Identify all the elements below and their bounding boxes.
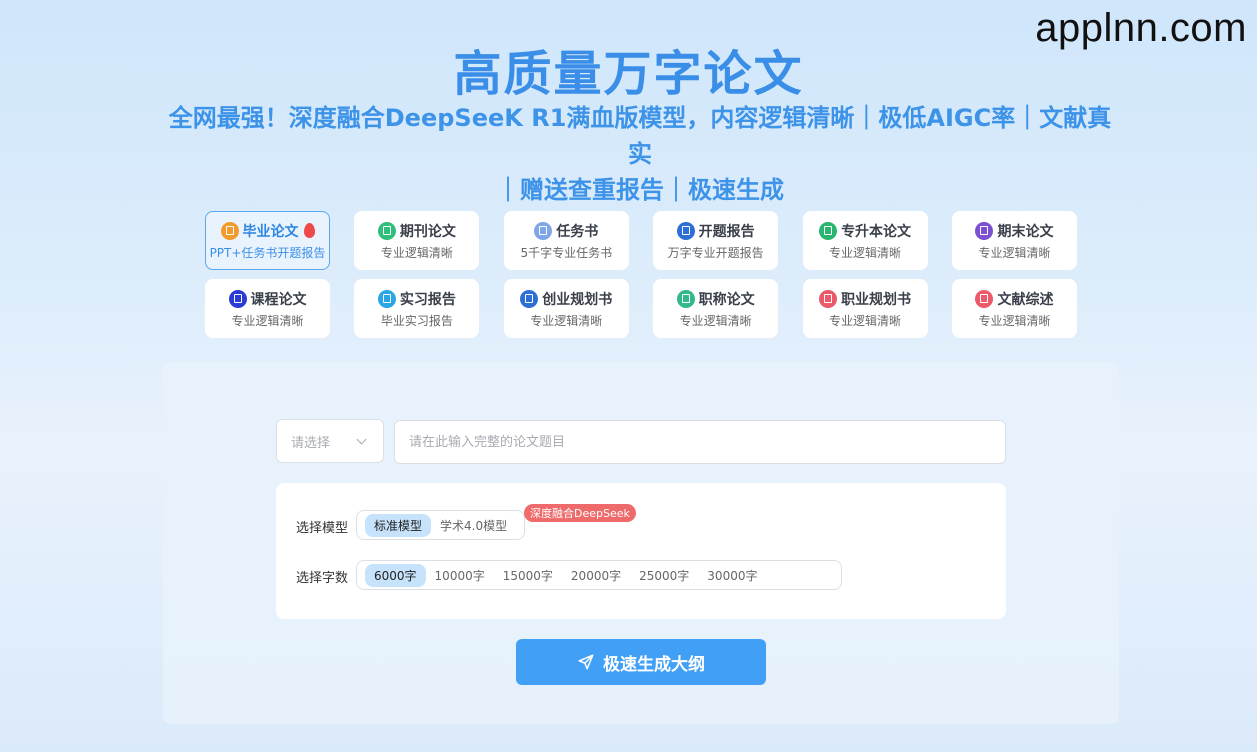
paper-type-desc: 专业逻辑清晰: [231, 313, 304, 328]
report-icon: [676, 289, 695, 308]
generate-outline-button[interactable]: 极速生成大纲: [516, 639, 766, 685]
model-selector: 标准模型 学术4.0模型: [356, 510, 526, 540]
send-icon: [578, 654, 594, 670]
word-count-option[interactable]: 15000字: [494, 564, 562, 587]
paper-type-name: 期刊论文: [399, 223, 456, 240]
word-count-label: 选择字数: [296, 571, 349, 586]
paper-type-name: 职称论文: [698, 291, 755, 308]
paper-type-card[interactable]: 期刊论文专业逻辑清晰: [354, 211, 480, 270]
subtitle-line-1: 全网最强！深度融合DeepSeeK R1满血版模型，内容逻辑清晰｜极低AIGC率…: [168, 104, 1112, 168]
paper-type-card[interactable]: 期末论文专业逻辑清晰: [951, 211, 1077, 270]
word-count-option[interactable]: 6000字: [365, 563, 426, 587]
document-icon: [520, 289, 539, 308]
paper-type-desc: 专业逻辑清晰: [978, 313, 1051, 328]
document-icon: [534, 221, 553, 240]
paper-type-desc: PPT+任务书开题报告: [209, 245, 326, 260]
word-count-option[interactable]: 10000字: [426, 564, 494, 587]
paper-type-desc: 5千字专业任务书: [520, 245, 613, 260]
word-count-option[interactable]: 20000字: [562, 564, 630, 587]
page-subtitle: 全网最强！深度融合DeepSeeK R1满血版模型，内容逻辑清晰｜极低AIGC率…: [160, 100, 1120, 208]
category-select-placeholder: 请选择: [291, 435, 331, 451]
paper-type-card[interactable]: 实习报告毕业实习报告: [354, 279, 480, 338]
report-icon: [228, 289, 247, 308]
paper-type-desc: 专业逻辑清晰: [530, 313, 603, 328]
options-box: 选择模型 标准模型 学术4.0模型 选择字数 6000字 10000字 15000字 2…: [276, 483, 1006, 619]
model-option[interactable]: 标准模型: [365, 513, 432, 537]
paper-type-desc: 毕业实习报告: [380, 313, 453, 328]
paper-type-desc: 专业逻辑清晰: [978, 245, 1051, 260]
list-icon: [819, 289, 838, 308]
paper-type-card[interactable]: 职业规划书专业逻辑清晰: [802, 279, 928, 338]
chevron-down-icon: [356, 434, 367, 445]
document-icon: [377, 221, 396, 240]
book-icon: [819, 221, 838, 240]
paper-type-name: 创业规划书: [542, 291, 613, 308]
paper-type-desc: 专业逻辑清晰: [679, 313, 752, 328]
paper-type-desc: 专业逻辑清晰: [380, 245, 453, 260]
paper-type-desc: 专业逻辑清晰: [829, 245, 902, 260]
word-count-option[interactable]: 30000字: [698, 564, 766, 587]
word-count-option[interactable]: 25000字: [630, 564, 698, 587]
paper-type-name: 职业规划书: [841, 291, 912, 308]
paper-type-card[interactable]: 职称论文专业逻辑清晰: [653, 279, 779, 338]
page-title: 高质量万字论文: [453, 46, 804, 102]
topic-input[interactable]: [394, 420, 1006, 464]
model-label: 选择模型: [296, 521, 349, 536]
paper-type-name: 期末论文: [997, 223, 1054, 240]
paper-type-name: 任务书: [556, 223, 599, 240]
paper-type-card[interactable]: 任务书 5千字专业任务书: [503, 211, 629, 270]
paper-type-card[interactable]: 文献综述专业逻辑清晰: [951, 279, 1077, 338]
document-icon: [975, 221, 994, 240]
paper-type-card[interactable]: 毕业论文 PPT+任务书开题报告: [205, 211, 330, 270]
paper-type-grid: 毕业论文 PPT+任务书开题报告 期刊论文专业逻辑清晰 任务书 5千字专业任务书 开题报告…: [205, 211, 1077, 338]
document-icon: [377, 289, 396, 308]
subtitle-line-2: ｜赠送查重报告｜极速生成: [496, 176, 784, 204]
paper-type-card[interactable]: 创业规划书专业逻辑清晰: [503, 279, 629, 338]
fire-icon: [303, 223, 315, 238]
word-count-selector: 6000字 10000字 15000字 20000字 25000字 30000字: [356, 560, 842, 590]
paper-type-name: 开题报告: [698, 223, 755, 240]
document-icon: [220, 221, 239, 240]
category-select[interactable]: 请选择: [276, 419, 384, 463]
paper-type-card[interactable]: 专升本论文专业逻辑清晰: [802, 211, 928, 270]
list-icon: [975, 289, 994, 308]
paper-type-name: 专升本论文: [841, 223, 912, 240]
paper-type-desc: 万字专业开题报告: [667, 245, 764, 260]
paper-type-name: 实习报告: [399, 291, 456, 308]
generate-outline-label: 极速生成大纲: [603, 654, 705, 675]
paper-type-name: 课程论文: [250, 291, 307, 308]
paper-type-name: 文献综述: [997, 291, 1054, 308]
paper-type-name: 毕业论文: [242, 223, 299, 240]
model-option[interactable]: 学术4.0模型: [431, 514, 516, 537]
report-icon: [676, 221, 695, 240]
deepseek-badge: 深度融合DeepSeek: [524, 504, 636, 522]
paper-type-card[interactable]: 课程论文专业逻辑清晰: [205, 279, 330, 338]
paper-type-desc: 专业逻辑清晰: [829, 313, 902, 328]
paper-type-card[interactable]: 开题报告万字专业开题报告: [653, 211, 779, 270]
